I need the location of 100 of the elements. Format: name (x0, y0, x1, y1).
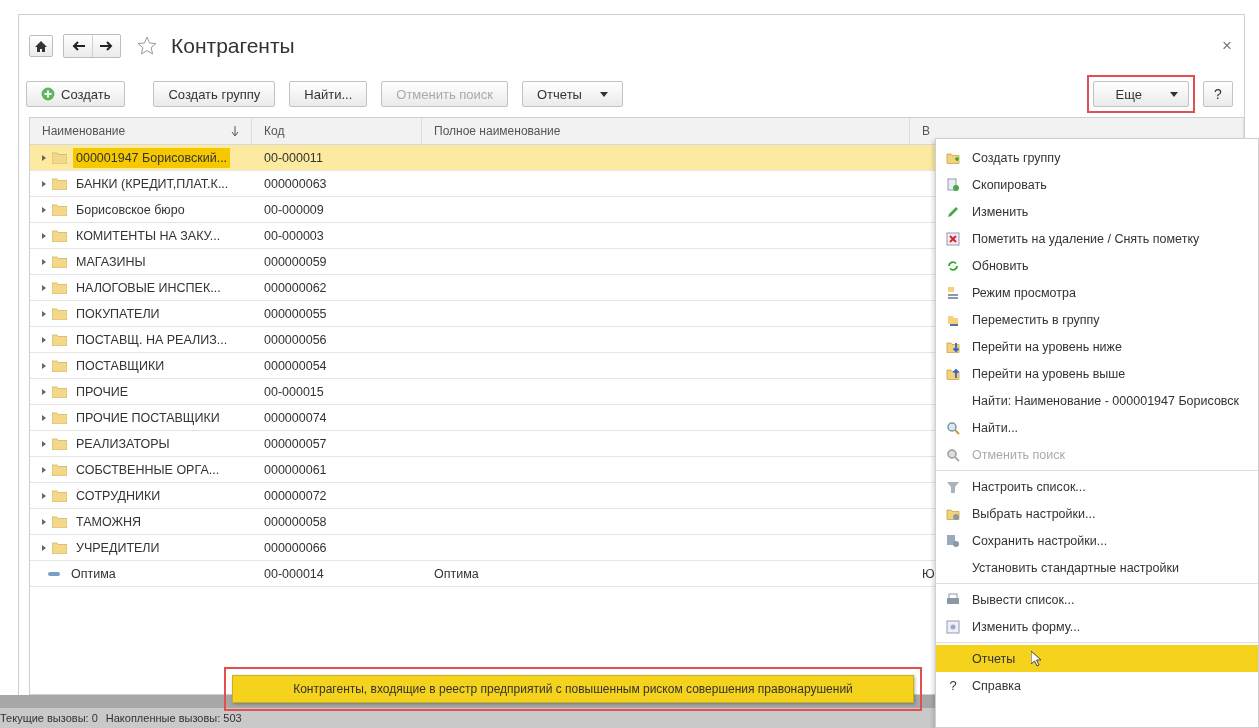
code-cell: 00-000014 (264, 566, 324, 581)
dropdown-button[interactable]: Отчеты (522, 81, 623, 107)
name-cell-text: РЕАЛИЗАТОРЫ (75, 435, 171, 453)
code-cell: 000000059 (264, 254, 327, 269)
folder-icon (52, 203, 67, 216)
status-text: Накопленные вызовы: 503 (105, 712, 242, 724)
name-cell-text: УЧРЕДИТЕЛИ (75, 539, 161, 557)
expand-triangle-icon[interactable] (42, 336, 46, 343)
folder-icon (52, 385, 67, 398)
code-cell: 000000074 (264, 410, 327, 425)
code-cell: 000000061 (264, 462, 327, 477)
toolbar-button[interactable]: Найти... (289, 81, 368, 107)
folder-icon (52, 229, 67, 242)
code-cell: 00-000003 (264, 228, 324, 243)
caret-icon (599, 91, 608, 97)
home-icon (35, 40, 47, 52)
search-cancel-icon (946, 447, 960, 462)
menu-item[interactable]: Вывести список... (936, 586, 1258, 613)
full-name-cell: Оптима (434, 566, 479, 581)
name-cell-text: ПРОЧИЕ (75, 383, 130, 401)
code-cell: 00-000009 (264, 202, 324, 217)
table-cell: Ю (922, 566, 935, 581)
name-cell-text: ПОКУПАТЕЛИ (75, 305, 161, 323)
name-cell-text: КОМИТЕНТЫ НА ЗАКУ... (75, 227, 222, 245)
code-cell: 000000063 (264, 176, 327, 191)
folder-plus-icon (946, 150, 960, 165)
submenu-item[interactable]: Контрагенты, входящие в реестр предприятий с повышенным риском совершения правонарушений (232, 675, 914, 703)
menu-item[interactable]: Изменить форму... (936, 613, 1258, 640)
folder-icon (52, 411, 67, 424)
expand-triangle-icon[interactable] (42, 206, 46, 213)
close-button[interactable]: × (1222, 36, 1232, 56)
code-cell: 000000062 (264, 280, 327, 295)
expand-triangle-icon[interactable] (42, 232, 46, 239)
folder-icon (52, 151, 67, 164)
name-cell-text: ПРОЧИЕ ПОСТАВЩИКИ (75, 409, 221, 427)
folder-up-icon (946, 366, 960, 381)
folder-icon (52, 333, 67, 346)
name-cell-text: Борисовское бюро (75, 201, 186, 219)
search-icon (946, 420, 960, 435)
folder-icon (52, 177, 67, 190)
folder-icon (52, 437, 67, 450)
name-cell: 000001947 Борисовский... (73, 147, 231, 168)
list-view-icon (946, 285, 960, 300)
sort-arrow-icon (231, 125, 239, 137)
expand-triangle-icon[interactable] (42, 414, 46, 421)
folder-icon (52, 281, 67, 294)
help-glyph: ? (948, 678, 958, 693)
code-cell: 000000056 (264, 332, 327, 347)
folder-icon (52, 255, 67, 268)
folder-icon (52, 463, 67, 476)
delete-mark-icon (946, 231, 960, 246)
status-text: Текущие вызовы: 0 (0, 712, 98, 724)
expand-triangle-icon[interactable] (42, 440, 46, 447)
folder-icon (52, 307, 67, 320)
printer-icon (946, 592, 960, 607)
column-header[interactable]: Полное наименование (422, 118, 910, 144)
pencil-icon (946, 204, 960, 219)
expand-triangle-icon[interactable] (42, 388, 46, 395)
expand-triangle-icon[interactable] (42, 466, 46, 473)
expand-triangle-icon[interactable] (42, 492, 46, 499)
expand-triangle-icon[interactable] (42, 518, 46, 525)
more-button[interactable]: Еще (1092, 81, 1189, 107)
code-cell: 000000057 (264, 436, 327, 451)
name-cell-text: ПОСТАВЩ. НА РЕАЛИЗ... (75, 331, 229, 349)
expand-triangle-icon[interactable] (42, 154, 46, 161)
column-header[interactable]: Наименование (30, 118, 252, 144)
plus-icon (41, 87, 55, 101)
filter-icon (946, 479, 960, 494)
name-cell-text: БАНКИ (КРЕДИТ,ПЛАТ.К... (75, 175, 230, 193)
menu-item[interactable]: Отчеты (936, 645, 1258, 672)
expand-triangle-icon[interactable] (42, 180, 46, 187)
cursor-icon (1031, 650, 1044, 667)
expand-triangle-icon[interactable] (42, 544, 46, 551)
folder-icon (52, 515, 67, 528)
name-cell-text: СОБСТВЕННЫЕ ОРГА... (75, 461, 221, 479)
expand-triangle-icon[interactable] (42, 284, 46, 291)
code-cell: 00-000015 (264, 384, 324, 399)
folder-down-icon (946, 339, 960, 354)
star-icon[interactable] (137, 36, 157, 56)
arrow-right-icon (100, 41, 113, 51)
folder-icon (52, 541, 67, 554)
expand-triangle-icon[interactable] (42, 258, 46, 265)
expand-triangle-icon[interactable] (42, 310, 46, 317)
arrow-left-icon (71, 41, 85, 51)
code-cell: 00-000011 (264, 150, 323, 165)
home-button[interactable] (29, 35, 53, 57)
form-icon (946, 619, 960, 634)
help-button[interactable]: ? (1203, 81, 1233, 107)
code-cell: 000000066 (264, 540, 327, 555)
code-cell: 000000054 (264, 358, 327, 373)
column-header[interactable]: Код (252, 118, 422, 144)
name-cell-text: СОТРУДНИКИ (75, 487, 162, 505)
expand-triangle-icon[interactable] (42, 362, 46, 369)
menu-item[interactable]: ? Справка (936, 672, 1258, 699)
caret-icon (1170, 91, 1178, 97)
toolbar-button[interactable]: Создать группу (153, 81, 276, 107)
name-cell-text: МАГАЗИНЫ (75, 253, 147, 271)
document-copy-icon (946, 177, 960, 192)
toolbar-button[interactable]: Создать (26, 81, 126, 107)
folder-icon (52, 489, 67, 502)
